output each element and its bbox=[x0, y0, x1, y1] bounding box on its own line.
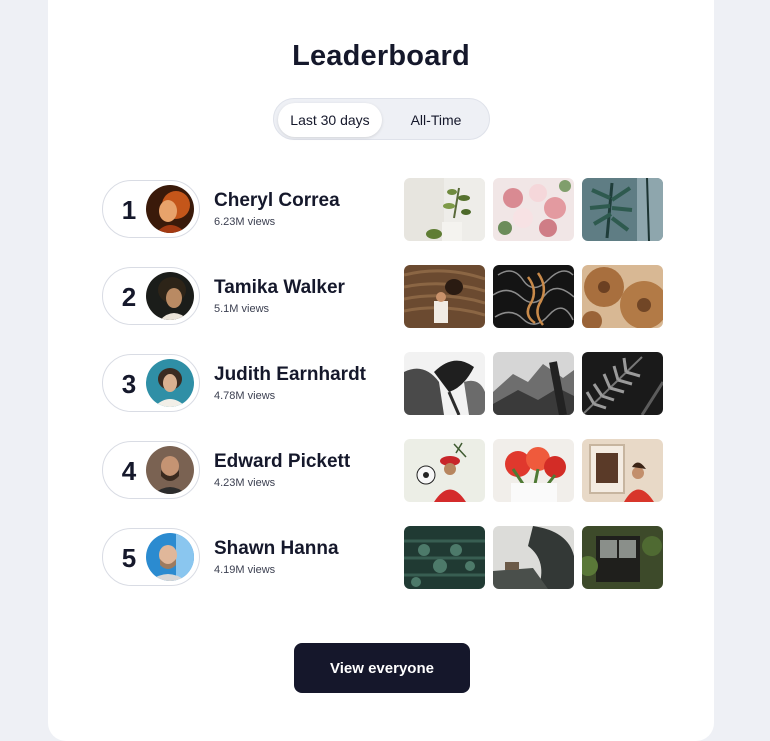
photo-thumbnail[interactable] bbox=[404, 526, 485, 589]
photo-thumbnail[interactable] bbox=[404, 178, 485, 241]
view-count: 5.1M views bbox=[214, 303, 270, 315]
rank-pill: 5 bbox=[102, 528, 200, 586]
photo-thumbnail[interactable] bbox=[582, 439, 663, 502]
photo-thumbnail[interactable] bbox=[582, 178, 663, 241]
photo-thumbnail[interactable] bbox=[404, 352, 485, 415]
user-name[interactable]: Shawn Hanna bbox=[214, 538, 339, 560]
leaderboard-row: 5 Shawn Hanna 4.19M views bbox=[102, 526, 668, 590]
photo-thumbnail[interactable] bbox=[493, 352, 574, 415]
user-name[interactable]: Judith Earnhardt bbox=[214, 364, 366, 386]
photo-thumbnail[interactable] bbox=[404, 265, 485, 328]
photo-thumbnail[interactable] bbox=[582, 265, 663, 328]
rank-number: 4 bbox=[121, 456, 137, 486]
leaderboard-row: 2 Tamika Walker 5.1M views bbox=[102, 265, 668, 329]
avatar[interactable] bbox=[146, 359, 194, 407]
rank-number: 5 bbox=[121, 543, 137, 573]
avatar[interactable] bbox=[146, 185, 194, 233]
rank-number: 3 bbox=[121, 369, 137, 399]
rank-pill: 1 bbox=[102, 180, 200, 238]
rank-number: 2 bbox=[121, 282, 137, 312]
rank-pill: 2 bbox=[102, 267, 200, 325]
photo-thumbnail[interactable] bbox=[404, 439, 485, 502]
photo-thumbnail[interactable] bbox=[493, 265, 574, 328]
leaderboard-row: 1 Cheryl Correa 6.23M views bbox=[102, 178, 668, 242]
rank-pill: 4 bbox=[102, 441, 200, 499]
leaderboard-row: 4 Edward Pickett 4.23M views bbox=[102, 439, 668, 503]
user-name[interactable]: Tamika Walker bbox=[214, 277, 345, 299]
avatar[interactable] bbox=[146, 272, 194, 320]
photo-thumbnail[interactable] bbox=[493, 439, 574, 502]
avatar[interactable] bbox=[146, 533, 194, 581]
photo-thumbnail[interactable] bbox=[582, 352, 663, 415]
leaderboard-card: Leaderboard Last 30 days All-Time 1 Cher… bbox=[48, 0, 714, 741]
user-name[interactable]: Cheryl Correa bbox=[214, 190, 340, 212]
tab-last-30-days[interactable]: Last 30 days bbox=[278, 103, 382, 137]
photo-thumbnail[interactable] bbox=[493, 178, 574, 241]
view-count: 4.78M views bbox=[214, 390, 276, 402]
tab-all-time[interactable]: All-Time bbox=[386, 103, 486, 137]
view-everyone-button[interactable]: View everyone bbox=[294, 643, 470, 693]
page-title: Leaderboard bbox=[292, 40, 470, 72]
photo-thumbnail[interactable] bbox=[493, 526, 574, 589]
view-count: 6.23M views bbox=[214, 216, 276, 228]
avatar[interactable] bbox=[146, 446, 194, 494]
leaderboard-row: 3 Judith Earnhardt 4.78M views bbox=[102, 352, 668, 416]
view-count: 4.19M views bbox=[214, 564, 276, 576]
rank-number: 1 bbox=[121, 195, 137, 225]
user-name[interactable]: Edward Pickett bbox=[214, 451, 350, 473]
period-toggle: Last 30 days All-Time bbox=[273, 98, 490, 140]
photo-thumbnail[interactable] bbox=[582, 526, 663, 589]
view-count: 4.23M views bbox=[214, 477, 276, 489]
rank-pill: 3 bbox=[102, 354, 200, 412]
